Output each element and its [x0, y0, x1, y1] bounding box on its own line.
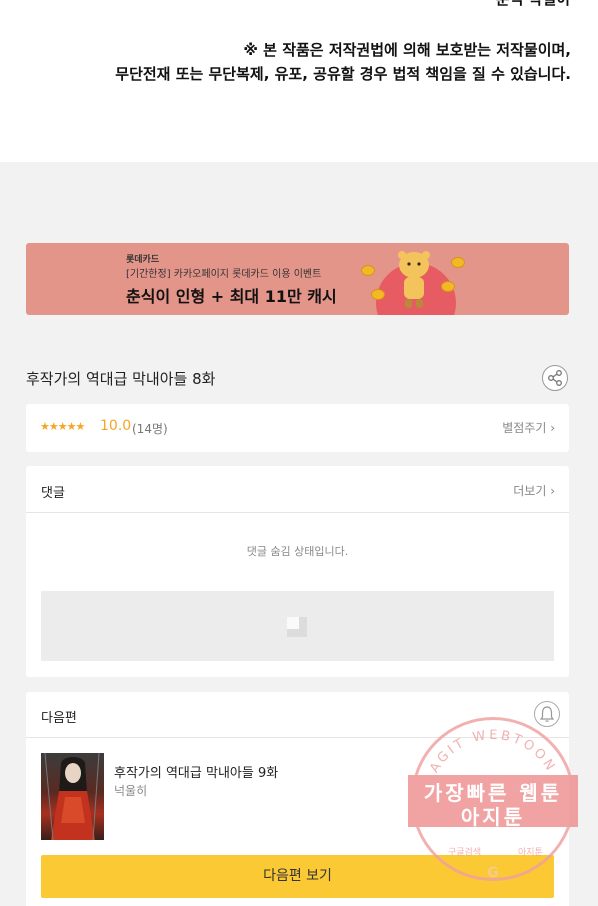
episode-title: 후작가의 역대급 막내아들 8화 — [26, 370, 216, 388]
cut-off-text: 춘식 작별이 — [496, 0, 570, 9]
coin-decoration — [451, 257, 465, 268]
comments-more-link[interactable]: 더보기 › — [513, 482, 555, 499]
divider — [26, 512, 569, 513]
next-episode-author: 넉울히 — [114, 784, 148, 798]
notification-button[interactable] — [534, 701, 560, 727]
share-icon — [548, 370, 562, 386]
copyright-notice-section: 춘식 작별이 ※ 본 작품은 저작권법에 의해 보호받는 저작물이며, 무단전재… — [0, 0, 598, 162]
ad-placeholder-icon — [287, 617, 307, 637]
share-button[interactable] — [542, 365, 568, 391]
banner-headline: 춘식이 인형 + 최대 11만 캐시 — [126, 287, 337, 306]
copyright-notice: ※ 본 작품은 저작권법에 의해 보호받는 저작물이며, 무단전재 또는 무단복… — [115, 38, 571, 86]
coin-decoration — [441, 281, 455, 292]
notice-line-2: 무단전재 또는 무단복제, 유포, 공유할 경우 법적 책임을 질 수 있습니다… — [115, 65, 571, 83]
rating-count: (14명) — [132, 422, 168, 436]
comments-title: 댓글 — [41, 486, 65, 501]
next-episode-button[interactable]: 다음편 보기 — [41, 855, 554, 898]
next-episode-card: 다음편 후작가의 역대급 막내아들 9화 넉울히 다음편 보기 — [26, 692, 569, 906]
next-episode-thumbnail[interactable] — [41, 753, 104, 840]
next-episode-title[interactable]: 후작가의 역대급 막내아들 9화 — [114, 762, 278, 781]
rating-card: ★★★★★ 10.0 (14명) 별점주기 › — [26, 404, 569, 452]
coin-decoration — [361, 265, 375, 276]
bell-icon — [539, 706, 555, 722]
rate-button[interactable]: 별점주기 › — [502, 419, 555, 436]
rating-stars: ★★★★★ — [40, 420, 85, 433]
next-episode-header: 다음편 — [41, 711, 77, 726]
character-illustration-icon — [398, 251, 430, 308]
notice-line-1: ※ 본 작품은 저작권법에 의해 보호받는 저작물이며, — [243, 41, 571, 59]
ad-placeholder[interactable] — [41, 591, 554, 661]
rating-score: 10.0 — [100, 418, 132, 434]
banner-brand: 롯데카드 — [126, 255, 160, 265]
banner-subtitle: [기간한정] 카카오페이지 롯데카드 이용 이벤트 — [126, 269, 322, 280]
coin-decoration — [371, 289, 385, 300]
divider — [26, 737, 569, 738]
comments-card: 댓글 더보기 › 댓글 숨김 상태입니다. — [26, 466, 569, 677]
comments-hidden-message: 댓글 숨김 상태입니다. — [246, 545, 349, 558]
promo-banner[interactable]: 롯데카드 [기간한정] 카카오페이지 롯데카드 이용 이벤트 춘식이 인형 + … — [26, 243, 569, 315]
thumbnail-illustration — [44, 753, 100, 840]
